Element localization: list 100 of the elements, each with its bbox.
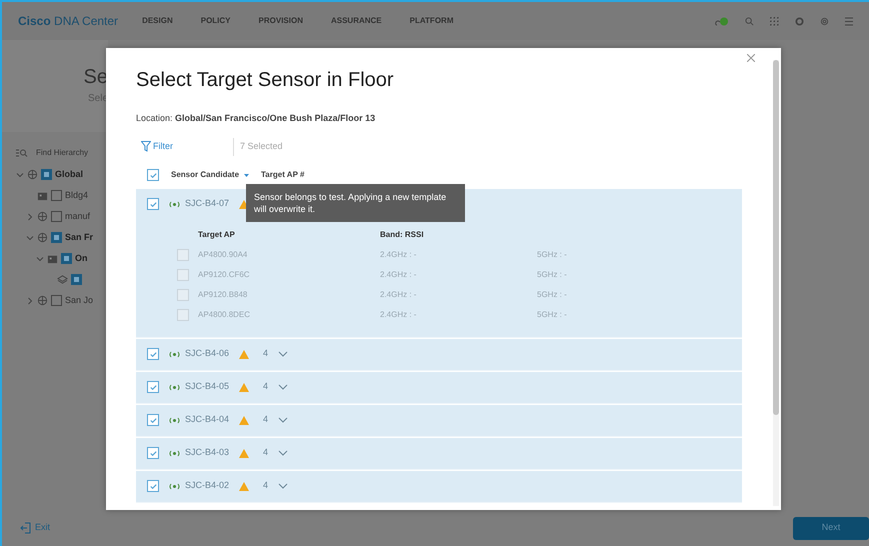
tree-item-label[interactable]: San Fr [65, 230, 94, 244]
close-icon[interactable] [747, 54, 755, 62]
ap-name: AP9120.CF6C [198, 268, 251, 280]
column-header: Target AP [198, 228, 236, 240]
exit-link[interactable]: Exit [35, 521, 50, 535]
band-reading: 5GHz : - [537, 268, 567, 280]
dialog-title: Select Target Sensor in Floor [136, 68, 395, 93]
checkbox[interactable] [147, 414, 159, 426]
band-reading: 2.4GHz : - [380, 288, 418, 300]
check-icon [148, 170, 158, 180]
chevron-right-icon[interactable] [26, 296, 34, 304]
chevron-down-icon[interactable] [278, 351, 288, 357]
check-icon [148, 416, 158, 424]
lifebuoy-icon[interactable] [820, 16, 829, 26]
band-reading: 2.4GHz : - [380, 248, 418, 260]
band-reading: 2.4GHz : - [380, 308, 418, 320]
checkbox[interactable] [147, 169, 159, 181]
sensor-row[interactable]: SJC-B4-05 4 [136, 372, 742, 404]
chevron-down-icon[interactable] [278, 483, 288, 489]
ap-name: AP4800.90A4 [198, 248, 248, 260]
search-icon [16, 149, 28, 157]
sensor-icon [169, 384, 180, 390]
ap-count: 4 [263, 413, 268, 426]
ap-name: AP9120.B848 [198, 288, 248, 300]
sensor-name: SJC-B4-05 [185, 380, 230, 394]
sensor-row[interactable]: SJC-B4-06 4 [136, 338, 742, 370]
checkbox[interactable] [147, 381, 159, 393]
nav-tab[interactable]: DESIGN [142, 15, 173, 27]
nav-tab[interactable]: PLATFORM [410, 15, 454, 27]
band-reading: 5GHz : - [537, 308, 567, 320]
tooltip: Sensor belongs to test. Applying a new template will overwrite it. [246, 184, 465, 222]
column-header: Band: RSSI [380, 228, 424, 240]
menu-icon[interactable] [845, 16, 853, 26]
exit-icon [20, 522, 31, 534]
globe-icon [37, 295, 48, 306]
tree-item-label[interactable]: Global [55, 168, 84, 182]
checkbox[interactable] [51, 190, 62, 201]
chevron-down-icon[interactable] [278, 384, 288, 390]
sensor-row[interactable]: SJC-B4-04 4 [136, 404, 742, 436]
checkbox[interactable] [41, 169, 52, 180]
chevron-right-icon[interactable] [26, 212, 34, 220]
sensor-row[interactable]: SJC-B4-02 4 [136, 470, 742, 502]
ap-count: 4 [263, 347, 268, 360]
sensor-icon [169, 482, 180, 490]
building-icon [37, 190, 48, 201]
nav-tab[interactable]: PROVISION [258, 15, 303, 27]
nav-tab[interactable]: POLICY [200, 15, 231, 27]
search-icon[interactable] [745, 16, 754, 26]
check-icon [148, 482, 158, 490]
next-button[interactable]: Next [793, 516, 869, 540]
checkbox[interactable] [51, 232, 62, 243]
filter-icon[interactable] [141, 141, 151, 152]
check-icon [148, 200, 158, 208]
sensor-row[interactable]: SJC-B4-03 4 [136, 438, 742, 470]
chevron-down-icon[interactable] [278, 417, 288, 423]
location-text: Location: Global/San Francisco/One Bush Plaza/Floor 13 [136, 112, 376, 125]
band-reading: 5GHz : - [537, 288, 567, 300]
ap-count: 4 [263, 380, 268, 394]
column-header: Target AP # [261, 169, 304, 181]
settings-icon[interactable] [795, 16, 804, 26]
sort-caret-icon[interactable] [244, 174, 250, 176]
checkbox[interactable] [51, 295, 62, 306]
sensor-name: SJC-B4-03 [185, 446, 230, 460]
globe-icon [37, 232, 48, 243]
tree-item-label[interactable]: Bldg4 [65, 188, 88, 202]
checkbox[interactable] [51, 211, 62, 222]
search-field[interactable]: Find Hierarchy [36, 147, 116, 159]
sensor-name: SJC-B4-06 [185, 347, 230, 360]
band-reading: 5GHz : - [537, 248, 567, 260]
globe-icon [27, 169, 38, 180]
checkbox[interactable] [147, 348, 159, 360]
app-title: Cisco DNA Center [18, 13, 118, 30]
grid-icon[interactable] [770, 16, 779, 26]
chevron-down-icon[interactable] [26, 234, 34, 242]
page-heading: Se [84, 66, 108, 86]
sensor-icon [169, 450, 180, 456]
checkbox[interactable] [61, 253, 72, 264]
chevron-down-icon[interactable] [278, 450, 288, 456]
nav-tab[interactable]: ASSURANCE [330, 15, 382, 27]
filter-button[interactable]: Filter [153, 140, 173, 154]
checkbox[interactable] [71, 274, 82, 285]
layers-icon [57, 274, 68, 285]
sensor-name: SJC-B4-07 [185, 197, 230, 210]
chevron-down-icon[interactable] [16, 170, 24, 178]
band-reading: 2.4GHz : - [380, 268, 418, 280]
sensor-icon [169, 416, 180, 424]
scrollbar-thumb[interactable] [773, 60, 779, 415]
globe-icon [37, 211, 48, 222]
sensor-name: SJC-B4-04 [185, 413, 230, 426]
tree-item-label[interactable]: manuf [65, 210, 90, 224]
column-header[interactable]: Sensor Candidate [171, 169, 240, 181]
ap-count: 4 [263, 479, 268, 492]
chevron-down-icon[interactable] [36, 254, 44, 262]
tree-item-label[interactable]: San Jo [65, 294, 94, 308]
checkbox[interactable] [147, 198, 159, 210]
checkbox[interactable] [147, 480, 159, 492]
ap-name: AP4800.8DEC [198, 308, 252, 320]
tree-item-label[interactable]: On [75, 252, 88, 266]
checkbox[interactable] [147, 447, 159, 459]
cloud-status-icon[interactable] [715, 16, 729, 26]
